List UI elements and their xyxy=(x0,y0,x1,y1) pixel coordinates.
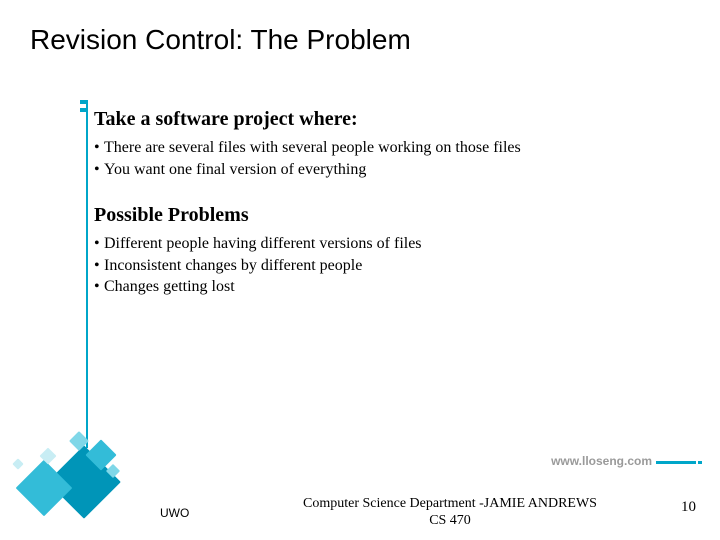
footer-dept-line2: CS 470 xyxy=(280,513,620,530)
footer-department: Computer Science Department -JAMIE ANDRE… xyxy=(280,496,620,530)
footer-url: www.lloseng.com xyxy=(551,454,652,468)
bullet-text: Changes getting lost xyxy=(104,276,684,298)
footer-dept-line1: Computer Science Department -JAMIE ANDRE… xyxy=(280,496,620,513)
section-heading-1: Take a software project where: xyxy=(94,108,684,131)
bullet-text: There are several files with several peo… xyxy=(104,137,684,159)
footer-accent-bar xyxy=(698,461,702,464)
slide-title: Revision Control: The Problem xyxy=(30,24,411,56)
bullet-text: You want one final version of everything xyxy=(104,159,684,181)
bullet-text: Inconsistent changes by different people xyxy=(104,255,684,277)
footer-uwo: UWO xyxy=(160,506,189,520)
list-item: •Inconsistent changes by different peopl… xyxy=(94,255,684,277)
list-item: •Different people having different versi… xyxy=(94,233,684,255)
slide: Revision Control: The Problem Take a sof… xyxy=(0,0,720,540)
rule-dash xyxy=(80,108,86,112)
bullet-text: Different people having different versio… xyxy=(104,233,684,255)
list-item: •Changes getting lost xyxy=(94,276,684,298)
decorative-diamonds-icon xyxy=(2,416,152,526)
bullet-list-1: •There are several files with several pe… xyxy=(94,137,684,180)
rule-dash xyxy=(80,100,86,104)
vertical-rule xyxy=(86,100,88,448)
page-number: 10 xyxy=(681,499,696,516)
section-heading-2: Possible Problems xyxy=(94,204,684,227)
content-area: Take a software project where: •There ar… xyxy=(94,108,684,322)
footer-accent-bar xyxy=(656,461,696,464)
list-item: •You want one final version of everythin… xyxy=(94,159,684,181)
bullet-list-2: •Different people having different versi… xyxy=(94,233,684,298)
list-item: •There are several files with several pe… xyxy=(94,137,684,159)
